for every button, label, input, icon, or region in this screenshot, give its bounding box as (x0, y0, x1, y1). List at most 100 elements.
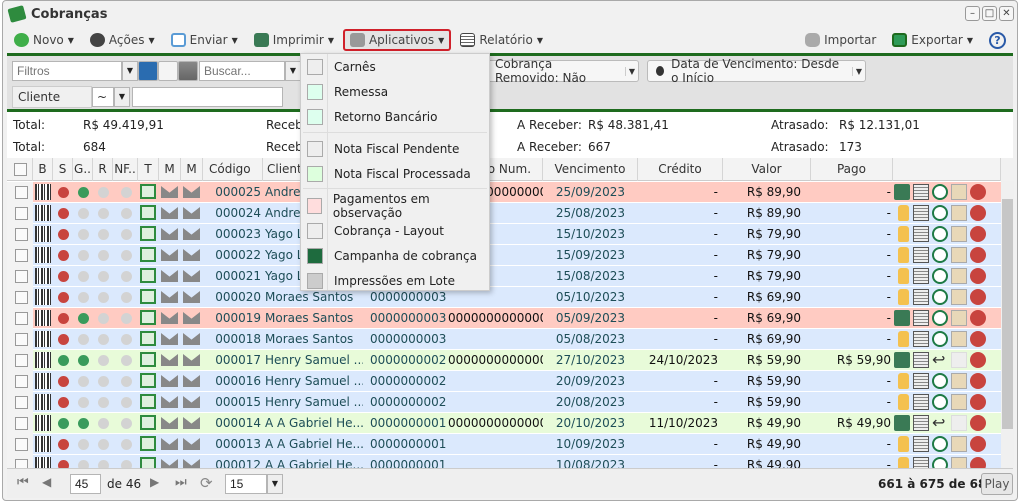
download-icon[interactable] (932, 457, 948, 468)
barcode-icon[interactable] (35, 226, 51, 242)
lock-icon[interactable] (898, 436, 909, 452)
terminal-icon[interactable] (140, 247, 156, 262)
barcode-icon[interactable] (35, 373, 51, 389)
remove-icon[interactable] (970, 352, 986, 368)
lock-icon[interactable] (898, 268, 909, 284)
row-checkbox[interactable] (15, 396, 28, 409)
remove-icon[interactable] (970, 415, 986, 431)
printer-icon[interactable] (894, 352, 910, 368)
email-icon[interactable] (183, 249, 200, 261)
barcode-icon[interactable] (35, 310, 51, 326)
save-filter-button[interactable] (138, 61, 158, 81)
help-button[interactable]: ? (982, 29, 1013, 51)
remove-icon[interactable] (970, 331, 986, 347)
row-checkbox[interactable] (15, 459, 28, 468)
terminal-icon[interactable] (140, 352, 156, 367)
terminal-icon[interactable] (140, 373, 156, 388)
email-icon[interactable] (161, 228, 178, 240)
barcode-icon[interactable] (35, 436, 51, 452)
menu-item[interactable]: Pagamentos em observação (301, 192, 489, 220)
email-icon[interactable] (161, 291, 178, 303)
terminal-icon[interactable] (140, 184, 156, 199)
menu-item[interactable]: Impressões em Lote (301, 269, 489, 293)
remove-icon[interactable] (970, 268, 986, 284)
email-icon[interactable] (183, 375, 200, 387)
email-icon[interactable] (161, 438, 178, 450)
terminal-icon[interactable] (140, 415, 156, 430)
prev-page-button[interactable]: ◀ (42, 475, 51, 489)
barcode-icon[interactable] (35, 352, 51, 368)
printer-icon[interactable] (894, 415, 910, 431)
barcode-icon[interactable] (35, 415, 51, 431)
column-header[interactable]: M (159, 158, 181, 181)
filtros-dropdown[interactable]: ▼ (122, 61, 138, 81)
column-header[interactable]: Pago (811, 158, 893, 181)
details-icon[interactable] (913, 268, 929, 284)
next-page-button[interactable]: ▶ (150, 475, 159, 489)
terminal-icon[interactable] (140, 268, 156, 283)
exportar-button[interactable]: Exportar ▼ (885, 29, 980, 51)
menu-item[interactable]: Campanha de cobrança (301, 244, 489, 268)
email-icon[interactable] (183, 270, 200, 282)
details-icon[interactable] (913, 373, 929, 389)
menu-item[interactable]: Cobrança - Layout (301, 219, 489, 243)
table-row[interactable]: 000024 Andreia 25/08/2023 - R$ 89,90 - (7, 203, 1001, 224)
lock-icon[interactable] (898, 226, 909, 242)
calendar-icon[interactable] (951, 226, 967, 242)
remove-icon[interactable] (970, 184, 986, 200)
email-icon[interactable] (183, 459, 200, 468)
email-icon[interactable] (183, 312, 200, 324)
lock-icon[interactable] (898, 373, 909, 389)
calendar-icon[interactable] (951, 415, 967, 431)
details-icon[interactable] (913, 310, 929, 326)
aplicativos-button[interactable]: Aplicativos ▼ (342, 29, 452, 51)
row-checkbox[interactable] (15, 375, 28, 388)
remove-icon[interactable] (970, 373, 986, 389)
email-icon[interactable] (161, 186, 178, 198)
barcode-icon[interactable] (35, 184, 51, 200)
download-icon[interactable] (932, 268, 948, 284)
table-row[interactable]: 000025 Andreia 000000000000012 25/09/202… (7, 182, 1001, 203)
column-header[interactable]: Código (203, 158, 263, 181)
download-icon[interactable] (932, 310, 948, 326)
novo-button[interactable]: Novo ▼ (7, 29, 81, 51)
row-checkbox[interactable] (15, 312, 28, 325)
remove-icon[interactable] (970, 457, 986, 468)
menu-item[interactable]: Remessa (301, 80, 489, 104)
filtros-input[interactable] (12, 61, 122, 81)
barcode-icon[interactable] (35, 289, 51, 305)
refresh-button[interactable] (158, 61, 178, 81)
calendar-icon[interactable] (951, 436, 967, 452)
download-icon[interactable] (932, 289, 948, 305)
vencimento-filter[interactable]: Data de Vencimento: Desde o Início ▼ (647, 57, 866, 85)
email-icon[interactable] (161, 207, 178, 219)
row-checkbox[interactable] (15, 438, 28, 451)
terminal-icon[interactable] (140, 457, 156, 468)
calendar-icon[interactable] (951, 184, 967, 200)
select-all-checkbox[interactable] (7, 158, 33, 181)
barcode-icon[interactable] (35, 205, 51, 221)
remove-icon[interactable] (970, 247, 986, 263)
email-icon[interactable] (161, 270, 178, 282)
email-icon[interactable] (161, 396, 178, 408)
lock-icon[interactable] (898, 289, 909, 305)
table-row[interactable]: 000018 Moraes Santos 0000000003 05/08/20… (7, 329, 1001, 350)
row-checkbox[interactable] (15, 207, 28, 220)
page-input[interactable] (70, 474, 101, 494)
barcode-icon[interactable] (35, 394, 51, 410)
download-icon[interactable] (932, 394, 948, 410)
table-row[interactable]: 000021 Yago Li 15/08/2023 - R$ 79,90 - (7, 266, 1001, 287)
terminal-icon[interactable] (140, 394, 156, 409)
undo-icon[interactable]: ↩ (932, 352, 948, 368)
barcode-icon[interactable] (35, 457, 51, 468)
table-row[interactable]: 000012 A A Gabriel He... 0000000001 10/0… (7, 455, 1001, 468)
printer-icon[interactable] (894, 310, 910, 326)
row-checkbox[interactable] (15, 417, 28, 430)
email-icon[interactable] (161, 354, 178, 366)
email-icon[interactable] (161, 312, 178, 324)
email-icon[interactable] (183, 354, 200, 366)
last-page-button[interactable]: ⏭ (175, 475, 187, 490)
close-button[interactable]: ✕ (999, 6, 1014, 21)
details-icon[interactable] (913, 394, 929, 410)
row-checkbox[interactable] (15, 249, 28, 262)
